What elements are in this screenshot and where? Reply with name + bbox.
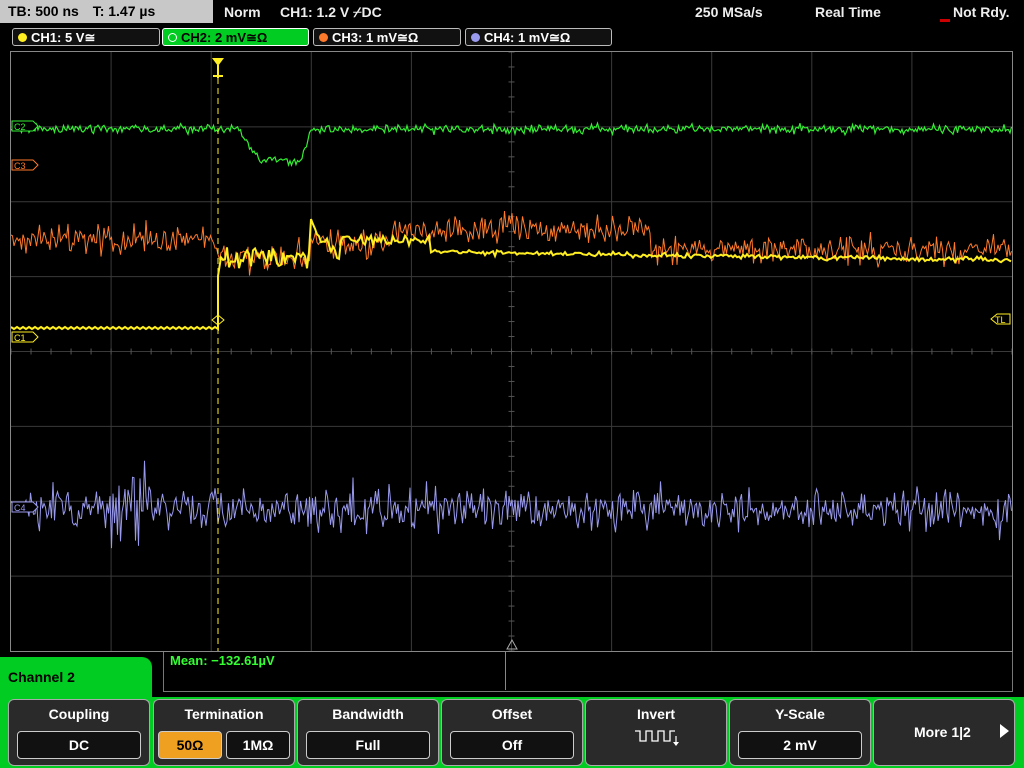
tab-ch2[interactable]: CH2: 2 mV≅Ω — [162, 28, 309, 46]
ch1-dot-icon — [18, 33, 27, 42]
yscale-softkey[interactable]: Y-Scale 2 mV — [729, 699, 871, 766]
ch3-ground-marker: C3 — [11, 159, 39, 171]
not-ready-indicator — [940, 19, 950, 22]
graticule-grid — [11, 52, 1012, 651]
coupling-value[interactable]: DC — [17, 731, 141, 759]
termination-50ohm[interactable]: 50Ω — [158, 731, 222, 759]
timebase-value: TB: 500 ns — [8, 3, 79, 19]
tab-ch3-label: CH3: 1 mV≅Ω — [332, 30, 419, 45]
termination-softkey[interactable]: Termination 50Ω 1MΩ — [153, 699, 295, 766]
ch4-dot-icon — [471, 33, 480, 42]
measurement-panel[interactable]: Mean: −132.61µV — [163, 652, 1013, 692]
trigger-source[interactable]: CH1: 1.2 V ⌿DC — [280, 0, 382, 24]
tab-ch3[interactable]: CH3: 1 mV≅Ω — [313, 28, 461, 46]
ch3-dot-icon — [319, 33, 328, 42]
ch1-ground-marker: C1 — [11, 331, 39, 343]
offset-softkey[interactable]: Offset Off — [441, 699, 583, 766]
tab-ch4[interactable]: CH4: 1 mV≅Ω — [465, 28, 612, 46]
inverted-pulse-icon — [635, 730, 679, 746]
waveform-canvas: C2 C3 C1 C4 TL — [11, 52, 1012, 651]
menu-title: Channel 2 — [0, 657, 152, 701]
status-bar: TB: 500 ns T: 1.47 µs Norm CH1: 1.2 V ⌿D… — [0, 0, 1024, 24]
ch2-ground-marker: C2 — [11, 120, 39, 132]
trigger-marker-icon — [212, 58, 224, 651]
svg-text:C1: C1 — [14, 333, 26, 343]
coupling-softkey[interactable]: Coupling DC — [8, 699, 150, 766]
svg-text:C4: C4 — [14, 503, 26, 513]
coupling-title: Coupling — [48, 706, 110, 722]
yscale-title: Y-Scale — [775, 706, 825, 722]
invert-softkey[interactable]: Invert — [585, 699, 727, 766]
svg-text:TL: TL — [995, 315, 1006, 325]
bandwidth-value[interactable]: Full — [306, 731, 430, 759]
svg-text:C3: C3 — [14, 161, 26, 171]
tab-ch1[interactable]: CH1: 5 V≅ — [12, 28, 160, 46]
termination-1mohm[interactable]: 1MΩ — [226, 731, 290, 759]
termination-title: Termination — [184, 706, 264, 722]
more-label: More 1|2 — [914, 724, 971, 740]
acquisition-state: Not Rdy. — [953, 4, 1010, 20]
yscale-value[interactable]: 2 mV — [738, 731, 862, 759]
sample-rate: 250 MSa/s — [695, 4, 763, 20]
mean-measurement: Mean: −132.61µV — [170, 653, 275, 668]
trigger-level-marker: TL — [990, 313, 1011, 325]
divider — [505, 652, 506, 690]
tab-ch4-label: CH4: 1 mV≅Ω — [484, 30, 571, 45]
triangle-right-icon — [1000, 724, 1009, 738]
trigger-mode[interactable]: Norm — [224, 0, 261, 24]
tab-ch2-label: CH2: 2 mV≅Ω — [181, 30, 268, 45]
ch2-dot-icon — [168, 33, 177, 42]
tab-ch1-label: CH1: 5 V≅ — [31, 30, 96, 45]
bandwidth-title: Bandwidth — [332, 706, 404, 722]
trigger-time-value: T: 1.47 µs — [92, 3, 156, 19]
waveform-display[interactable]: C2 C3 C1 C4 TL — [10, 51, 1013, 652]
svg-text:C2: C2 — [14, 122, 26, 132]
more-softkey[interactable]: More 1|2 — [873, 699, 1015, 766]
offset-value[interactable]: Off — [450, 731, 574, 759]
acquisition-mode[interactable]: Real Time — [815, 0, 881, 24]
ch4-ground-marker: C4 — [11, 501, 39, 513]
timebase-box[interactable]: TB: 500 ns T: 1.47 µs — [0, 0, 213, 23]
offset-title: Offset — [491, 706, 533, 722]
invert-title: Invert — [636, 706, 676, 722]
bandwidth-softkey[interactable]: Bandwidth Full — [297, 699, 439, 766]
